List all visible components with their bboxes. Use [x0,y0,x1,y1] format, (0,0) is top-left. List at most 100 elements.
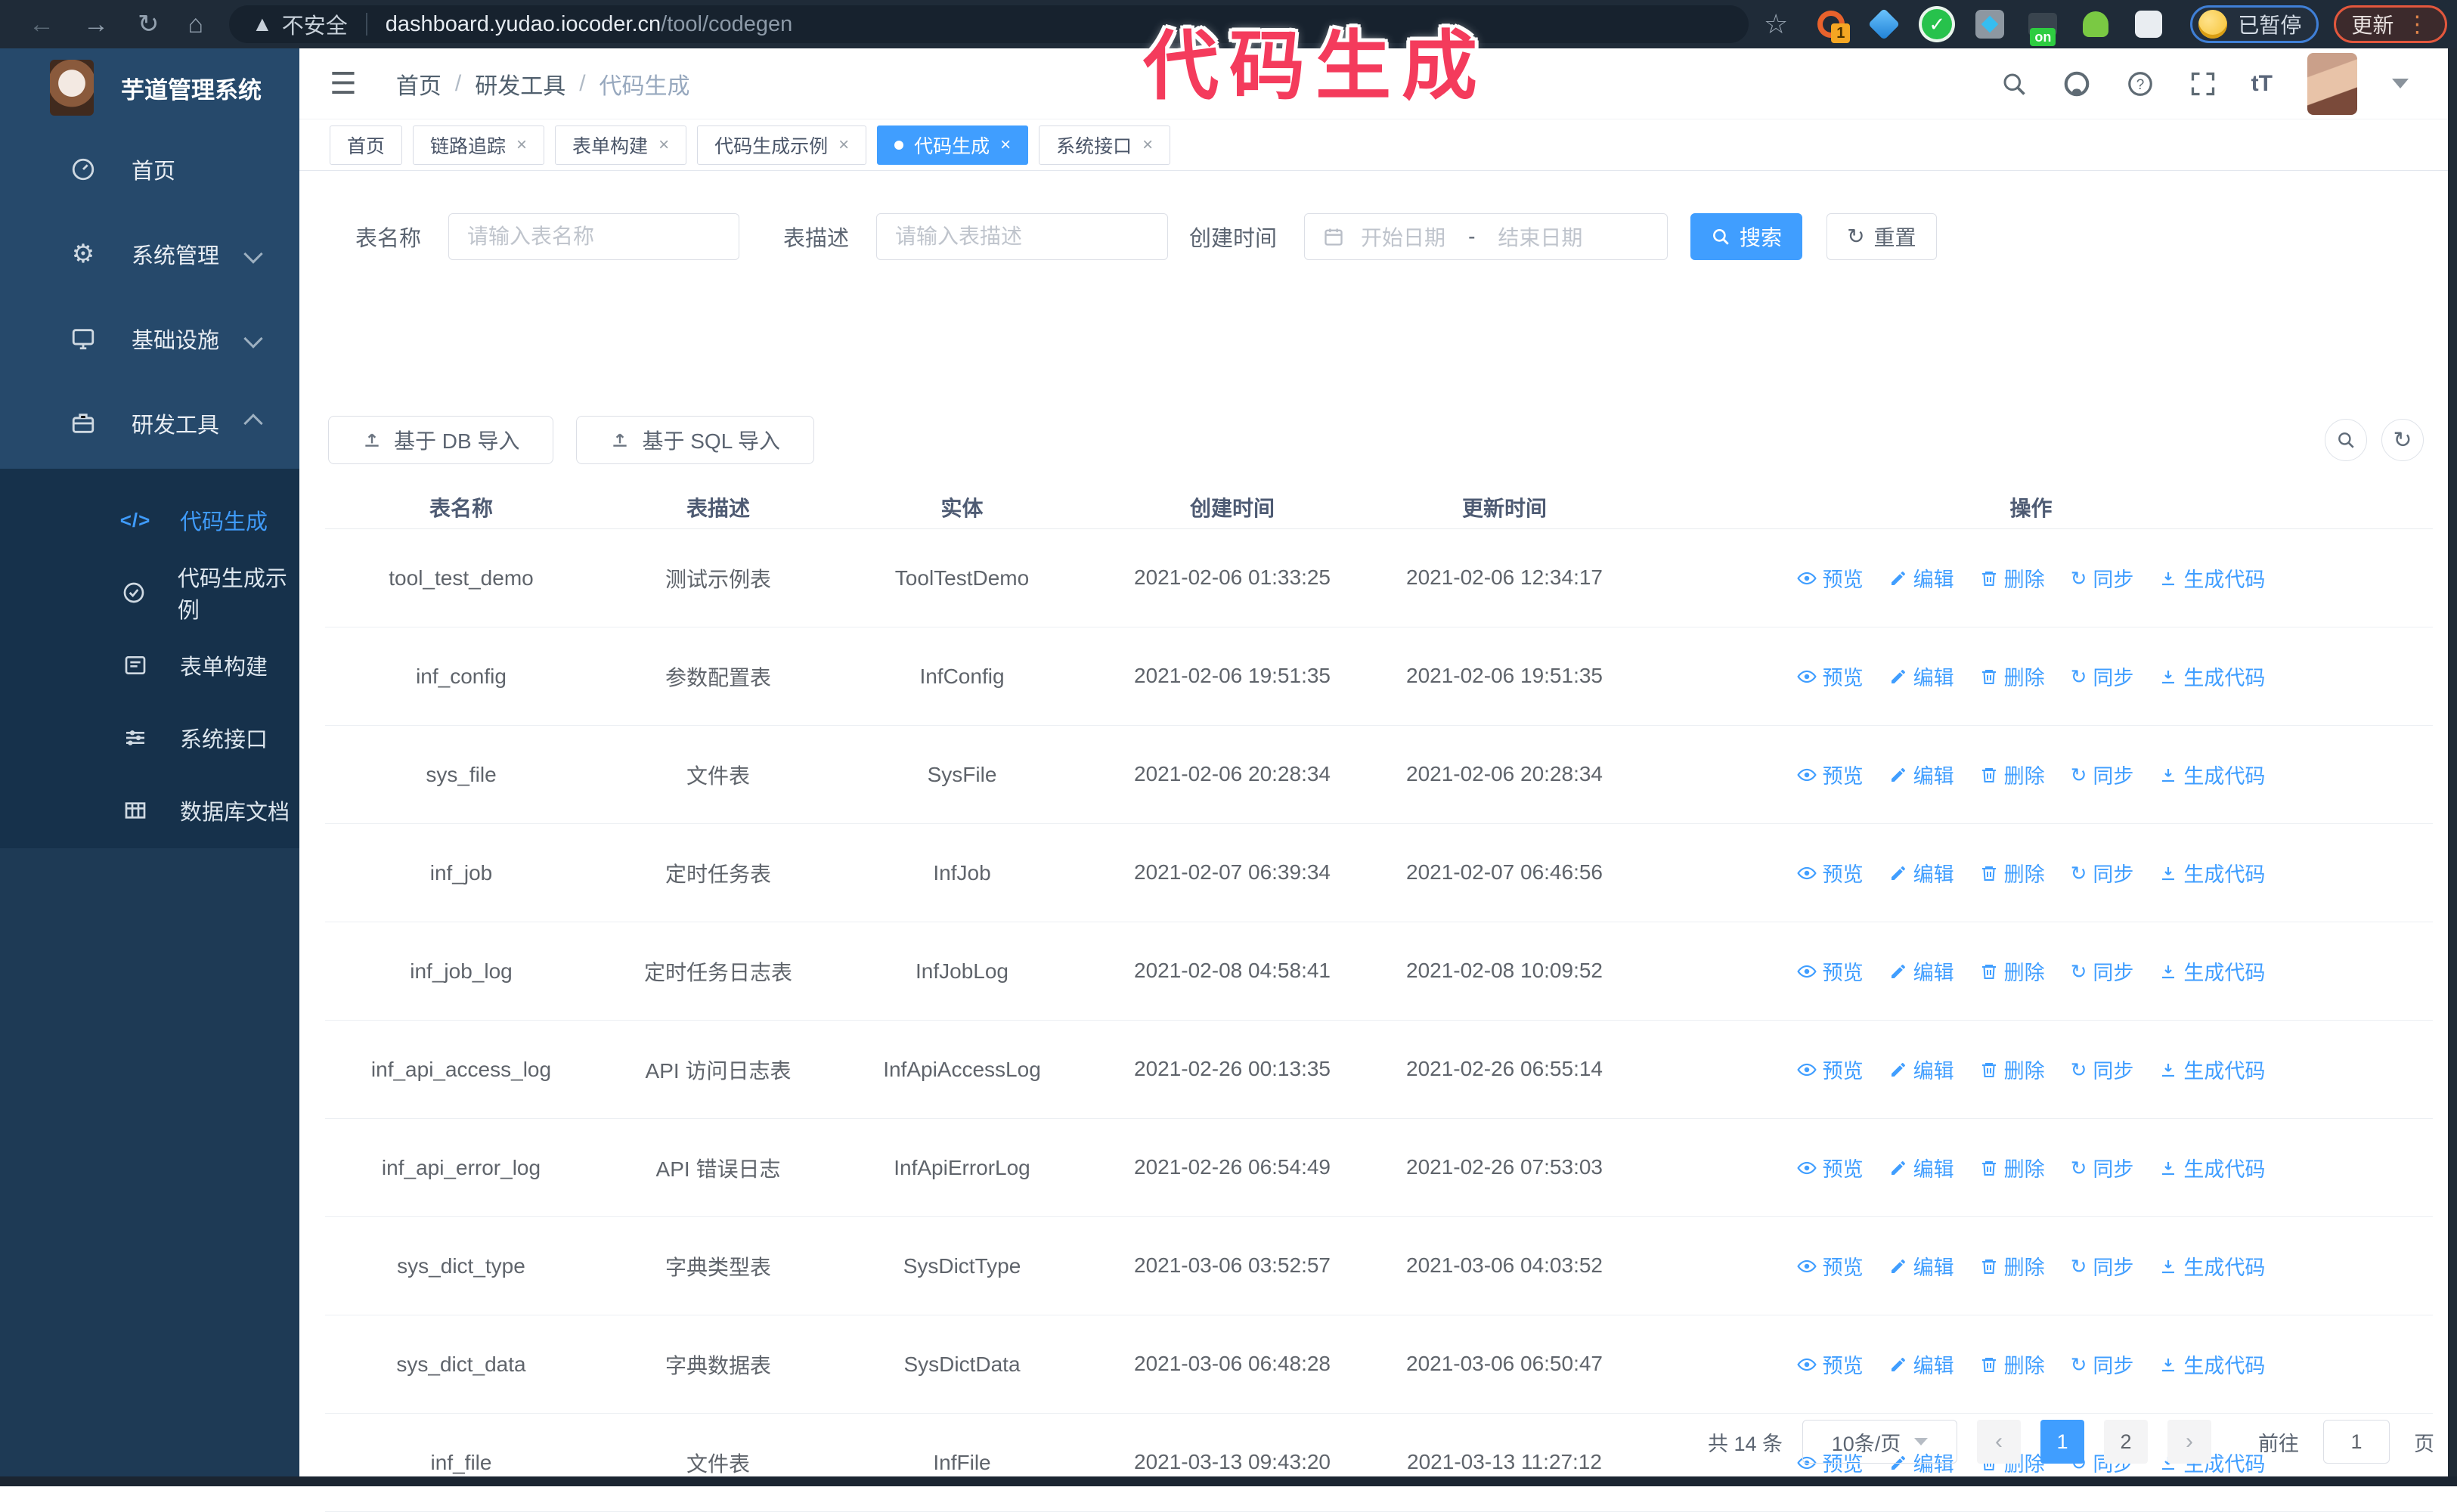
security-warning[interactable]: ▲ 不安全 [252,8,348,40]
tab-form-builder[interactable]: 表单构建 × [555,125,687,165]
sidebar-item-codegen[interactable]: </> 代码生成 [0,484,299,556]
delete-link[interactable]: 删除 [1980,662,2045,691]
edit-link[interactable]: 编辑 [1889,1153,1954,1182]
preview-link[interactable]: 预览 [1796,563,1864,593]
sidebar-item-codegen-example[interactable]: 代码生成示例 [0,556,299,629]
menu-dots-icon[interactable]: ⋮ [2406,11,2430,38]
sync-link[interactable]: ↻ 同步 [2071,662,2134,691]
generate-code-link[interactable]: 生成代码 [2159,1153,2265,1182]
date-range-input[interactable]: 开始日期 - 结束日期 [1304,213,1668,260]
delete-link[interactable]: 删除 [1980,1055,2045,1084]
preview-link[interactable]: 预览 [1796,956,1864,986]
font-size-icon[interactable]: tT [2251,71,2273,97]
sync-link[interactable]: ↻ 同步 [2071,760,2134,789]
sync-link[interactable]: ↻ 同步 [2071,1251,2134,1281]
sync-link[interactable]: ↻ 同步 [2071,1349,2134,1379]
home-icon[interactable]: ⌂ [188,10,204,39]
sidebar-item-infra[interactable]: 基础设施 [0,296,299,381]
extension-gray-icon[interactable] [1974,8,2006,40]
preview-link[interactable]: 预览 [1796,1349,1864,1379]
preview-link[interactable]: 预览 [1796,662,1864,691]
page-button-2[interactable]: 2 [2104,1420,2148,1464]
extension-orange-icon[interactable]: 1 [1815,8,1851,43]
delete-link[interactable]: 删除 [1980,760,2045,789]
preview-link[interactable]: 预览 [1796,1153,1864,1182]
sidebar-item-system[interactable]: ⚙ 系统管理 [0,212,299,296]
preview-link[interactable]: 预览 [1796,1055,1864,1084]
tab-tracing[interactable]: 链路追踪 × [413,125,545,165]
search-icon[interactable] [2000,70,2028,98]
sidebar-item-system-api[interactable]: 系统接口 [0,702,299,774]
forward-icon[interactable]: → [83,10,109,39]
delete-link[interactable]: 删除 [1980,858,2045,888]
generate-code-link[interactable]: 生成代码 [2159,956,2265,986]
close-icon[interactable]: × [838,135,849,156]
extension-gem-icon[interactable] [1868,8,1901,41]
generate-code-link[interactable]: 生成代码 [2159,858,2265,888]
table-name-input[interactable] [467,225,721,249]
sync-link[interactable]: ↻ 同步 [2071,858,2134,888]
delete-link[interactable]: 删除 [1980,1251,2045,1281]
sync-link[interactable]: ↻ 同步 [2071,563,2134,593]
preview-link[interactable]: 预览 [1796,1251,1864,1281]
extension-check-icon[interactable]: ✓ [1921,8,1953,40]
tab-codegen-example[interactable]: 代码生成示例 × [697,125,867,165]
sidebar-item-db-doc[interactable]: 数据库文档 [0,774,299,847]
sync-link[interactable]: ↻ 同步 [2071,1153,2134,1182]
sidebar-item-home[interactable]: 首页 [0,127,299,212]
table-desc-input[interactable] [895,225,1150,249]
preview-link[interactable]: 预览 [1796,858,1864,888]
edit-link[interactable]: 编辑 [1889,956,1954,986]
close-icon[interactable]: × [516,135,527,156]
update-button[interactable]: 更新 ⋮ [2334,5,2448,43]
sidebar-item-form-builder[interactable]: 表单构建 [0,629,299,702]
paused-badge[interactable]: 已暂停 [2190,5,2319,43]
collapse-menu-icon[interactable]: ☰ [330,67,357,101]
edit-link[interactable]: 编辑 [1889,1055,1954,1084]
toggle-search-button[interactable] [2325,419,2367,461]
page-size-select[interactable]: 10条/页 [1802,1420,1957,1464]
delete-link[interactable]: 删除 [1980,563,2045,593]
delete-link[interactable]: 删除 [1980,1153,2045,1182]
extension-puzzle-icon[interactable] [2133,8,2164,40]
import-db-button[interactable]: 基于 DB 导入 [328,416,554,464]
generate-code-link[interactable]: 生成代码 [2159,662,2265,691]
next-page-button[interactable]: › [2167,1420,2211,1464]
generate-code-link[interactable]: 生成代码 [2159,1055,2265,1084]
import-sql-button[interactable]: 基于 SQL 导入 [576,416,815,464]
user-avatar[interactable] [2307,52,2357,115]
sync-link[interactable]: ↻ 同步 [2071,956,2134,986]
sidebar-item-devtools[interactable]: 研发工具 [0,381,299,466]
bookmark-star-icon[interactable]: ☆ [1764,8,1788,40]
back-icon[interactable]: ← [29,10,54,39]
refresh-table-button[interactable]: ↻ [2381,419,2424,461]
edit-link[interactable]: 编辑 [1889,858,1954,888]
sync-link[interactable]: ↻ 同步 [2071,1055,2134,1084]
edit-link[interactable]: 编辑 [1889,662,1954,691]
close-icon[interactable]: × [1000,135,1011,156]
address-bar[interactable]: ▲ 不安全 dashboard.yudao.iocoder.cn /tool/c… [229,5,1749,43]
generate-code-link[interactable]: 生成代码 [2159,760,2265,789]
generate-code-link[interactable]: 生成代码 [2159,1349,2265,1379]
edit-link[interactable]: 编辑 [1889,760,1954,789]
extension-on-icon[interactable]: on [2027,8,2059,46]
tab-system-api[interactable]: 系统接口 × [1039,125,1171,165]
github-icon[interactable] [2062,70,2091,98]
reset-button[interactable]: ↻ 重置 [1826,213,1937,260]
fullscreen-icon[interactable] [2189,70,2217,98]
prev-page-button[interactable]: ‹ [1977,1420,2021,1464]
tab-home[interactable]: 首页 [330,125,403,165]
tab-codegen[interactable]: 代码生成 × [877,125,1029,165]
user-menu-caret-icon[interactable] [2392,79,2409,88]
extension-key-icon[interactable] [2080,8,2112,40]
edit-link[interactable]: 编辑 [1889,1349,1954,1379]
delete-link[interactable]: 删除 [1980,956,2045,986]
help-icon[interactable]: ? [2126,70,2155,98]
edit-link[interactable]: 编辑 [1889,1251,1954,1281]
breadcrumb-home[interactable]: 首页 [396,67,442,101]
generate-code-link[interactable]: 生成代码 [2159,563,2265,593]
close-icon[interactable]: × [1142,135,1153,156]
goto-page-input[interactable] [2323,1420,2390,1464]
close-icon[interactable]: × [658,135,669,156]
generate-code-link[interactable]: 生成代码 [2159,1251,2265,1281]
